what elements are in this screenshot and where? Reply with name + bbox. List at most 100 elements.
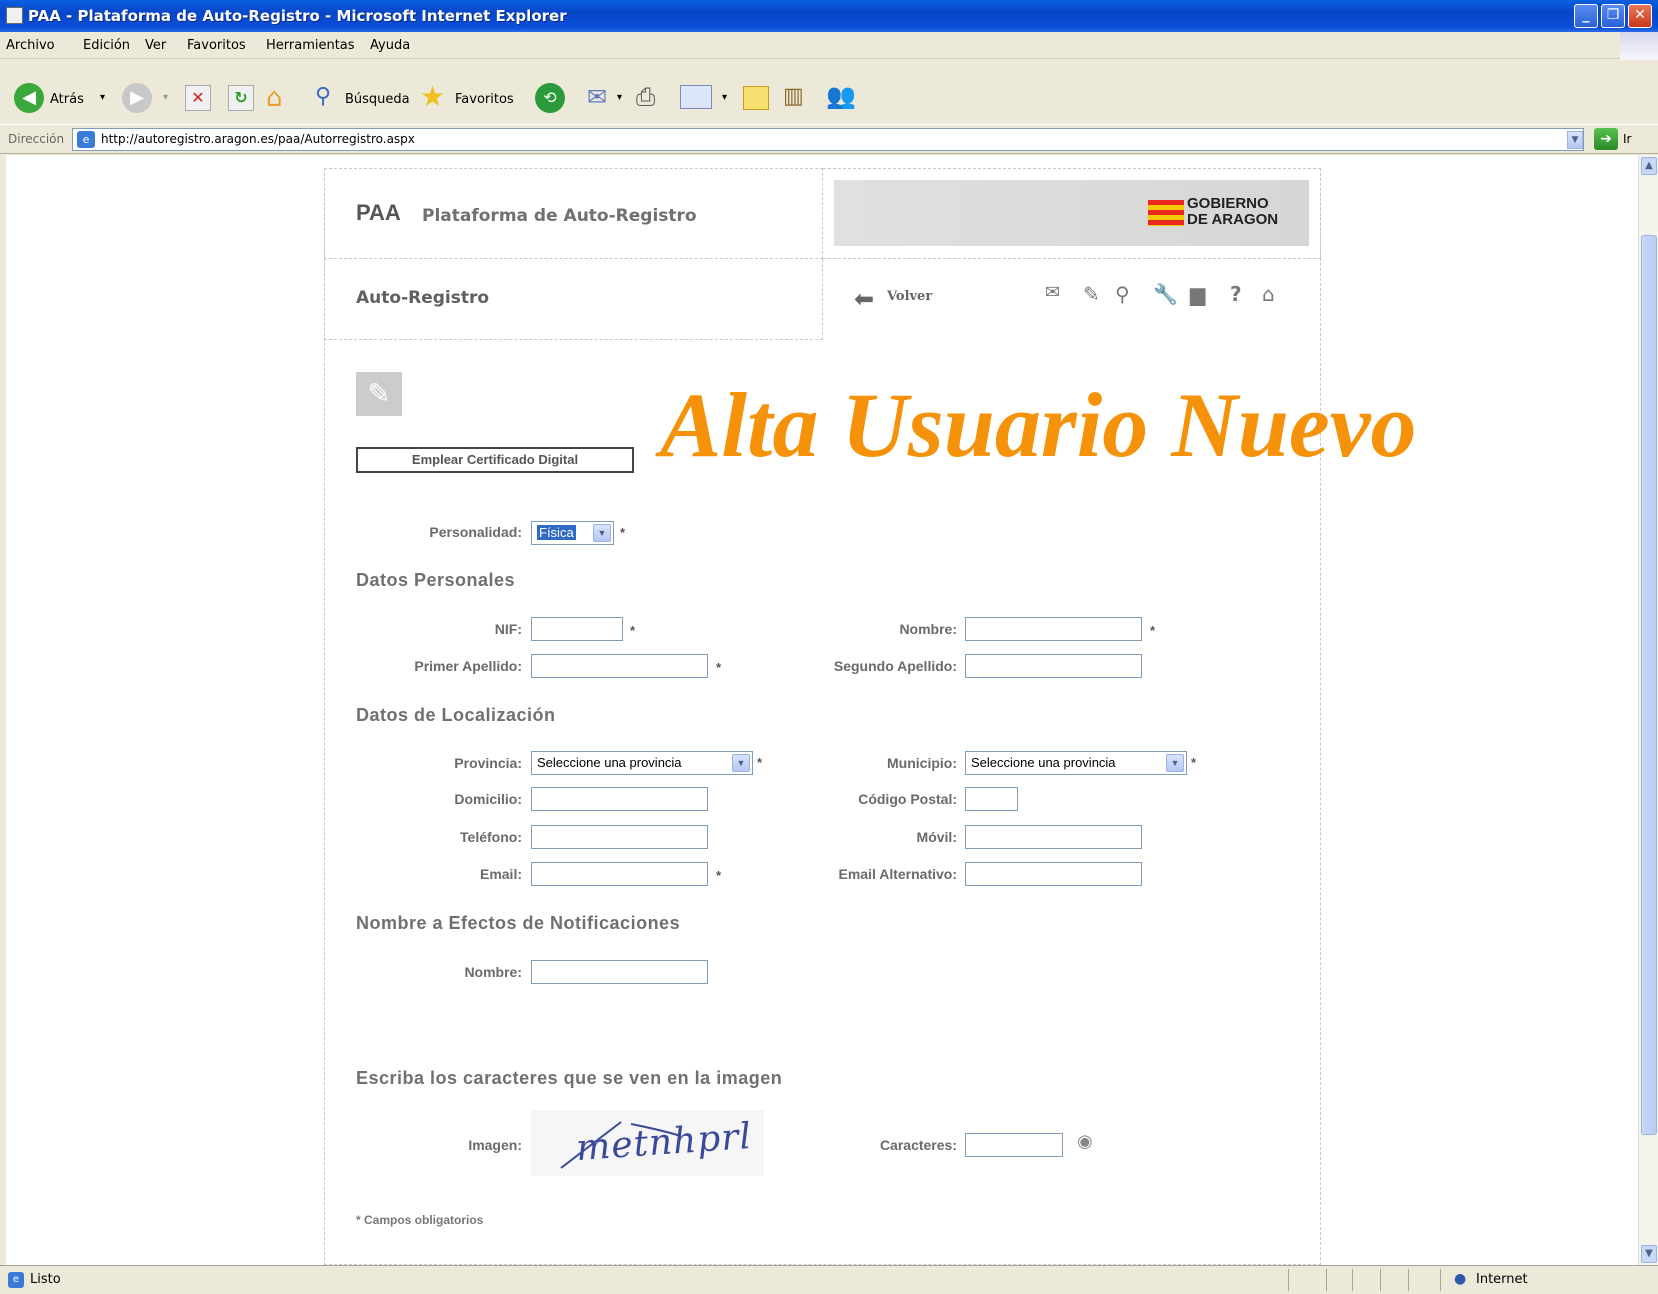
scroll-down-icon[interactable]: ▼	[1641, 1245, 1657, 1263]
telefono-input[interactable]	[531, 825, 708, 849]
maximize-button[interactable]: ❐	[1601, 4, 1625, 28]
back-icon[interactable]: ◀	[14, 83, 44, 113]
primer-apellido-input[interactable]	[531, 654, 708, 678]
gov-logo-text-1: GOBIERNO	[1187, 195, 1269, 212]
email-alternativo-input[interactable]	[965, 862, 1142, 886]
favorites-button-label[interactable]: Favoritos	[455, 92, 514, 107]
municipio-select[interactable]: Seleccione una provincia ▼	[965, 751, 1187, 775]
brand-subtitle: Plataforma de Auto-Registro	[422, 206, 697, 226]
municipio-value: Seleccione una provincia	[971, 755, 1116, 770]
domicilio-input[interactable]	[531, 787, 708, 811]
chevron-down-icon[interactable]: ▼	[732, 754, 750, 772]
notificaciones-heading: Nombre a Efectos de Notificaciones	[356, 913, 681, 933]
provincia-value: Seleccione una provincia	[537, 755, 682, 770]
nif-label: NIF:	[494, 621, 522, 637]
address-bar: Dirección e http://autoregistro.aragon.e…	[0, 124, 1658, 154]
globe-icon: ●	[1454, 1271, 1467, 1287]
digital-certificate-button[interactable]: Emplear Certificado Digital	[356, 447, 634, 473]
datos-personales-heading: Datos Personales	[356, 570, 516, 590]
status-divider	[1408, 1269, 1409, 1291]
back-button-label[interactable]: Atrás	[50, 92, 84, 107]
help-icon[interactable]: ?	[1230, 282, 1242, 306]
back-dropdown-icon[interactable]: ▾	[100, 92, 105, 103]
wrench-icon[interactable]: 🔧	[1153, 282, 1178, 306]
datos-localizacion-heading: Datos de Localización	[356, 705, 556, 725]
section-title: Auto-Registro	[356, 288, 490, 308]
address-input[interactable]: e http://autoregistro.aragon.es/paa/Auto…	[72, 128, 1584, 151]
scroll-up-icon[interactable]: ▲	[1641, 157, 1657, 175]
stop-icon[interactable]: ✕	[185, 85, 211, 111]
research-icon[interactable]: ▥	[783, 84, 804, 109]
edit-icon[interactable]	[680, 85, 712, 109]
mail-dropdown-icon[interactable]: ▾	[617, 92, 622, 103]
ie-page-icon: e	[77, 131, 95, 148]
go-arrow-icon[interactable]: ➔	[1594, 128, 1618, 150]
provincia-select[interactable]: Seleccione una provincia ▼	[531, 751, 753, 775]
movil-label: Móvil:	[916, 829, 957, 845]
segundo-apellido-label: Segundo Apellido:	[833, 658, 957, 674]
forward-icon[interactable]: ▶	[122, 83, 152, 113]
email-label: Email:	[479, 866, 522, 882]
trash-icon[interactable]: ▆	[1190, 282, 1205, 306]
email-alternativo-label: Email Alternativo:	[838, 866, 957, 882]
notif-nombre-label: Nombre:	[464, 964, 522, 980]
discuss-icon[interactable]	[743, 86, 769, 110]
print-icon[interactable]: ⎙	[636, 83, 655, 111]
menu-favoritos[interactable]: Favoritos	[187, 38, 246, 53]
window-title: PAA - Plataforma de Auto-Registro - Micr…	[28, 7, 567, 25]
overlay-title: Alta Usuario Nuevo	[660, 374, 1417, 476]
menu-bar: Archivo Edición Ver Favoritos Herramient…	[0, 32, 1658, 59]
status-divider	[1380, 1269, 1381, 1291]
menu-edicion[interactable]: Edición	[83, 38, 130, 53]
status-text: Listo	[30, 1272, 61, 1287]
status-divider	[1288, 1269, 1289, 1291]
gov-logo-banner: GOBIERNO DE ARAGON	[834, 180, 1309, 246]
search-icon[interactable]: ⚲	[315, 84, 331, 109]
back-arrow-icon[interactable]: ⬅	[854, 285, 874, 313]
movil-input[interactable]	[965, 825, 1142, 849]
edit-pencil-icon: ✎	[356, 372, 402, 416]
mail-icon[interactable]: ✉	[1045, 282, 1060, 303]
menu-archivo[interactable]: Archivo	[6, 38, 55, 53]
close-button[interactable]: ✕	[1628, 4, 1652, 28]
vertical-scrollbar[interactable]: ▲ ▼	[1638, 155, 1658, 1265]
edit-dropdown-icon[interactable]: ▾	[722, 92, 727, 103]
captcha-noise-lines	[560, 1121, 682, 1169]
go-button-label[interactable]: Ir	[1623, 132, 1631, 146]
caracteres-input[interactable]	[965, 1133, 1063, 1157]
chevron-down-icon[interactable]: ▼	[1166, 754, 1184, 772]
favorites-star-icon[interactable]: ★	[420, 80, 445, 113]
search-icon[interactable]: ⚲	[1115, 282, 1130, 306]
chevron-down-icon[interactable]: ▼	[593, 524, 611, 542]
address-url[interactable]: http://autoregistro.aragon.es/paa/Autorr…	[101, 132, 415, 146]
refresh-icon[interactable]: ↻	[228, 85, 254, 111]
codigo-postal-input[interactable]	[965, 787, 1018, 811]
menu-ver[interactable]: Ver	[145, 38, 166, 53]
email-input[interactable]	[531, 862, 708, 886]
personalidad-select[interactable]: Física ▼	[531, 521, 614, 545]
scroll-thumb[interactable]	[1641, 235, 1657, 1135]
status-divider	[1440, 1269, 1441, 1291]
home-icon[interactable]: ⌂	[1262, 282, 1275, 306]
required-asterisk: *	[620, 525, 626, 540]
messenger-icon[interactable]: 👥	[826, 82, 856, 110]
pencil-icon[interactable]: ✎	[1083, 282, 1100, 306]
brand-name: PAA	[356, 200, 401, 225]
history-icon[interactable]: ⟲	[535, 83, 565, 113]
menu-herramientas[interactable]: Herramientas	[266, 38, 355, 53]
menu-ayuda[interactable]: Ayuda	[370, 38, 410, 53]
forward-dropdown-icon[interactable]: ▾	[163, 92, 168, 103]
search-button-label[interactable]: Búsqueda	[345, 92, 410, 107]
minimize-button[interactable]: _	[1574, 4, 1598, 28]
notif-nombre-input[interactable]	[531, 960, 708, 984]
audio-captcha-icon[interactable]: ◉	[1077, 1131, 1093, 1152]
segundo-apellido-input[interactable]	[965, 654, 1142, 678]
home-icon[interactable]: ⌂	[266, 83, 283, 113]
address-dropdown-icon[interactable]: ▼	[1567, 131, 1583, 149]
aragon-flag-icon	[1148, 200, 1184, 226]
gov-logo-text-2: DE ARAGON	[1187, 211, 1279, 228]
mail-icon[interactable]: ✉	[587, 83, 607, 111]
volver-link[interactable]: Volver	[887, 289, 932, 304]
nif-input[interactable]	[531, 617, 623, 641]
nombre-input[interactable]	[965, 617, 1142, 641]
